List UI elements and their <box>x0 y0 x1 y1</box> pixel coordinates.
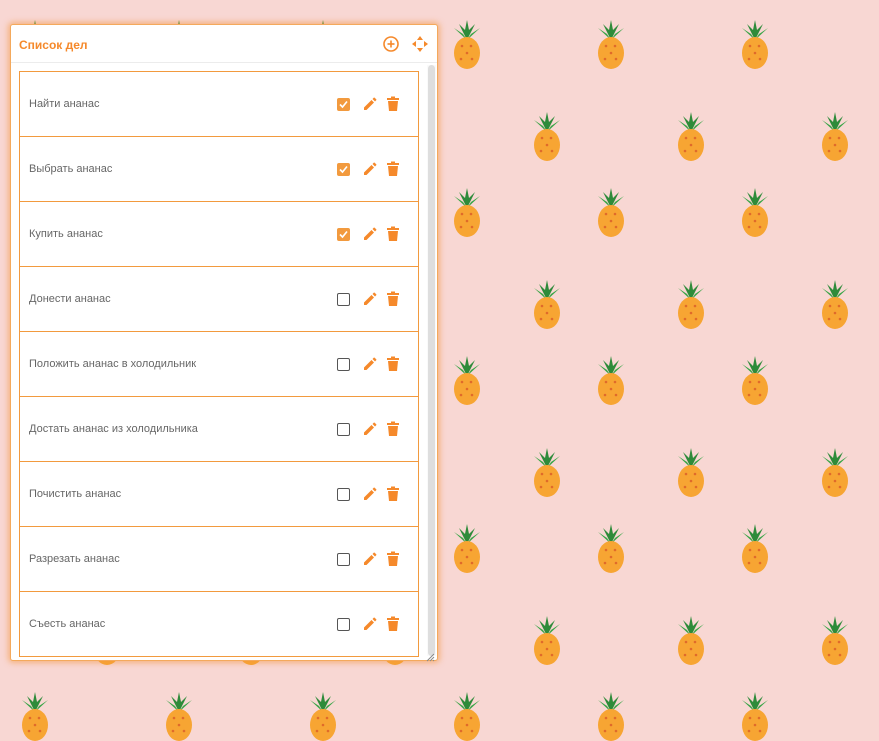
todo-done-checkbox[interactable] <box>337 293 350 306</box>
pineapple-icon <box>530 614 564 666</box>
todo-item-label: Достать ананас из холодильника <box>29 423 198 435</box>
todo-done-checkbox[interactable] <box>337 423 350 436</box>
pencil-icon[interactable] <box>362 96 378 112</box>
todo-done-checkbox[interactable] <box>337 98 350 111</box>
pineapple-icon <box>450 690 484 741</box>
trash-icon[interactable] <box>386 161 400 177</box>
pineapple-icon <box>674 446 708 498</box>
pineapple-icon <box>162 690 196 741</box>
todo-window: Список дел Найти ананас Выбрать ананас Куп… <box>10 24 438 662</box>
pineapple-icon <box>450 354 484 406</box>
todo-item-label: Донести ананас <box>29 293 111 305</box>
todo-done-checkbox[interactable] <box>337 618 350 631</box>
trash-icon[interactable] <box>386 486 400 502</box>
pineapple-icon <box>530 446 564 498</box>
pineapple-icon <box>818 278 852 330</box>
todo-item-label: Почистить ананас <box>29 488 122 500</box>
pencil-icon[interactable] <box>362 551 378 567</box>
pineapple-icon <box>674 614 708 666</box>
resize-grip-icon[interactable] <box>426 649 435 662</box>
pineapple-icon <box>18 690 52 741</box>
trash-icon[interactable] <box>386 226 400 242</box>
todo-done-checkbox[interactable] <box>337 553 350 566</box>
pineapple-icon <box>674 110 708 162</box>
window-header[interactable]: Список дел <box>11 25 437 63</box>
todo-item: Донести ананас <box>19 266 419 332</box>
trash-icon[interactable] <box>386 356 400 372</box>
pineapple-icon <box>594 354 628 406</box>
todo-done-checkbox[interactable] <box>337 228 350 241</box>
pineapple-icon <box>594 522 628 574</box>
todo-item: Выбрать ананас <box>19 136 419 202</box>
todo-done-checkbox[interactable] <box>337 488 350 501</box>
trash-icon[interactable] <box>386 291 400 307</box>
todo-list: Найти ананас Выбрать ананас Купить ананас Д… <box>19 71 419 658</box>
trash-icon[interactable] <box>386 96 400 112</box>
window-title: Список дел <box>19 38 88 52</box>
pencil-icon[interactable] <box>362 226 378 242</box>
pineapple-icon <box>818 110 852 162</box>
pineapple-icon <box>674 278 708 330</box>
pineapple-icon <box>450 186 484 238</box>
pencil-icon[interactable] <box>362 356 378 372</box>
pineapple-icon <box>738 354 772 406</box>
trash-icon[interactable] <box>386 421 400 437</box>
pencil-icon[interactable] <box>362 616 378 632</box>
pineapple-icon <box>530 278 564 330</box>
todo-item: Найти ананас <box>19 71 419 137</box>
pineapple-icon <box>306 690 340 741</box>
pineapple-icon <box>594 186 628 238</box>
todo-item-label: Съесть ананас <box>29 618 106 630</box>
todo-item-label: Положить ананас в холодильник <box>29 358 197 370</box>
scroll-thumb[interactable] <box>428 65 435 656</box>
todo-item-label: Найти ананас <box>29 98 100 110</box>
todo-done-checkbox[interactable] <box>337 358 350 371</box>
pencil-icon[interactable] <box>362 486 378 502</box>
todo-item: Почистить ананас <box>19 461 419 527</box>
todo-item: Достать ананас из холодильника <box>19 396 419 462</box>
pineapple-icon <box>594 18 628 70</box>
pineapple-icon <box>450 522 484 574</box>
pineapple-icon <box>818 614 852 666</box>
trash-icon[interactable] <box>386 551 400 567</box>
todo-done-checkbox[interactable] <box>337 163 350 176</box>
todo-item-label: Выбрать ананас <box>29 163 113 175</box>
todo-item-label: Разрезать ананас <box>29 553 120 565</box>
pineapple-icon <box>530 110 564 162</box>
plus-circle-icon[interactable] <box>382 35 400 53</box>
pencil-icon[interactable] <box>362 161 378 177</box>
pencil-icon[interactable] <box>362 421 378 437</box>
pineapple-icon <box>594 690 628 741</box>
todo-item-label: Купить ананас <box>29 228 103 240</box>
todo-item: Положить ананас в холодильник <box>19 331 419 397</box>
todo-item: Съесть ананас <box>19 591 419 657</box>
pineapple-icon <box>818 446 852 498</box>
todo-item: Разрезать ананас <box>19 526 419 592</box>
pineapple-icon <box>738 186 772 238</box>
pencil-icon[interactable] <box>362 291 378 307</box>
trash-icon[interactable] <box>386 616 400 632</box>
pineapple-icon <box>738 18 772 70</box>
pineapple-icon <box>738 522 772 574</box>
pineapple-icon <box>450 18 484 70</box>
pineapple-icon <box>738 690 772 741</box>
todo-item: Купить ананас <box>19 201 419 267</box>
list-scrollbar[interactable] <box>427 65 436 656</box>
move-arrows-icon[interactable] <box>411 35 429 53</box>
